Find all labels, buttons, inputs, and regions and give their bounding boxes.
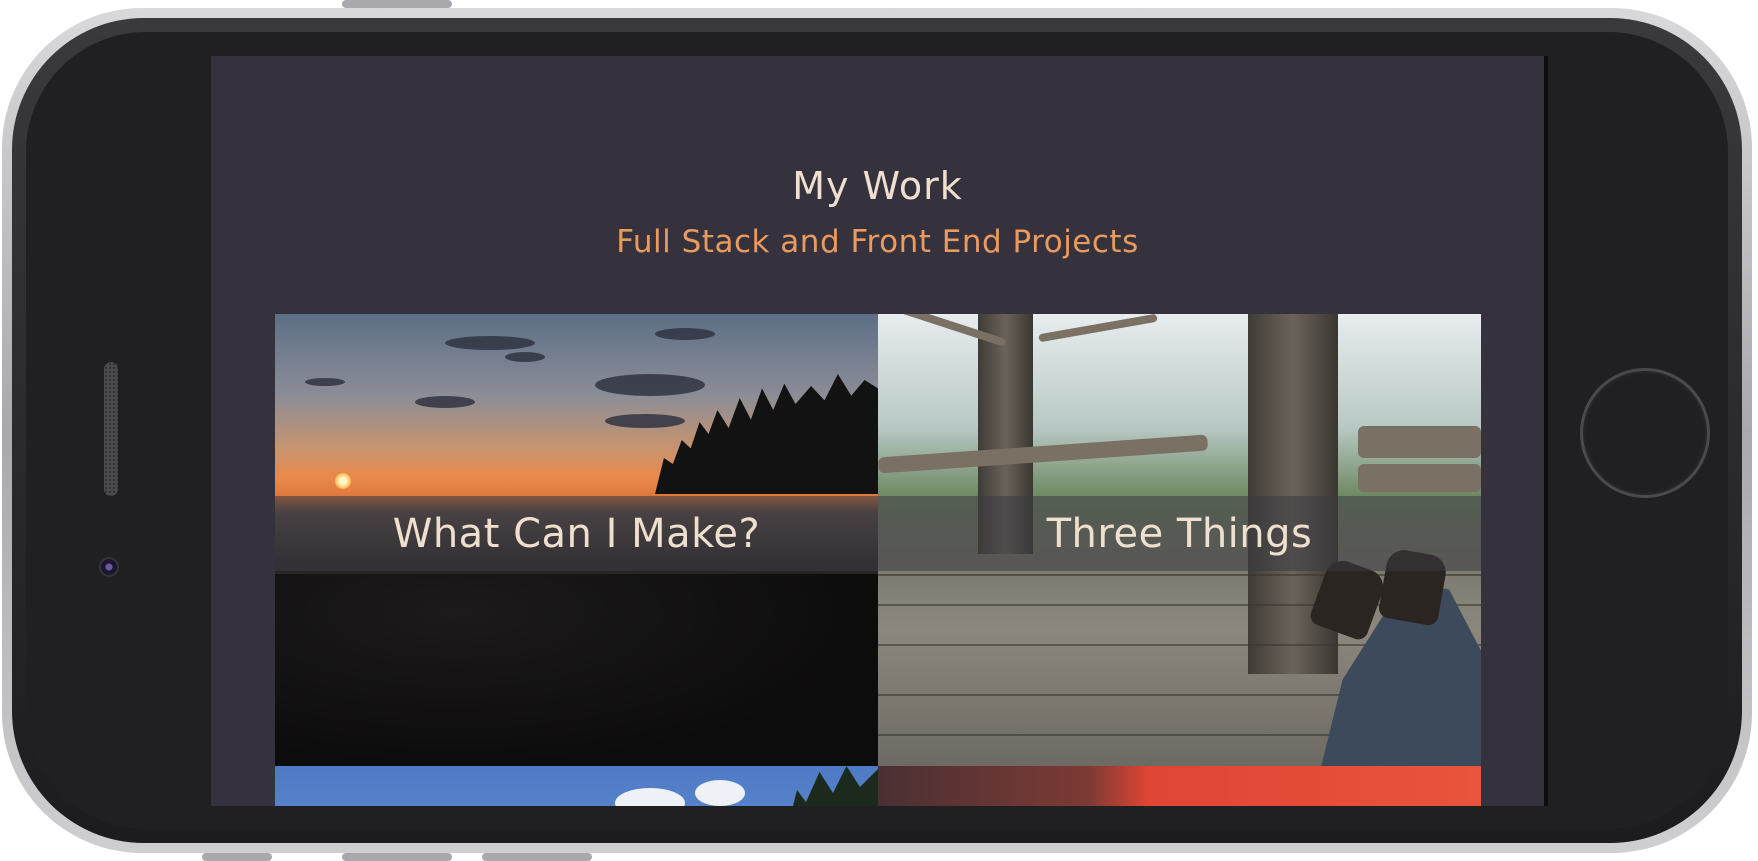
project-card-three-things[interactable]: Three Things	[878, 314, 1481, 766]
project-card-4[interactable]	[878, 766, 1481, 806]
cloud	[605, 414, 685, 428]
sky-image	[275, 766, 878, 806]
page-subtitle: Full Stack and Front End Projects	[616, 224, 1139, 260]
home-button-icon[interactable]	[1580, 368, 1710, 498]
project-card-3[interactable]	[275, 766, 878, 806]
rocky-shore	[275, 574, 878, 766]
project-title: Three Things	[1046, 511, 1313, 557]
cloud	[415, 396, 475, 408]
device-screen: My Work Full Stack and Front End Project…	[211, 56, 1548, 806]
cloud	[655, 328, 715, 340]
volume-button	[342, 0, 452, 8]
branch	[1358, 464, 1481, 492]
page-title: My Work	[792, 164, 963, 208]
cloud	[595, 374, 705, 396]
project-title: What Can I Make?	[392, 511, 761, 557]
side-button	[482, 853, 592, 861]
power-button	[342, 853, 452, 861]
sleep-button	[202, 853, 272, 861]
branch	[1358, 426, 1481, 458]
section-header: My Work Full Stack and Front End Project…	[211, 56, 1544, 316]
project-card-what-can-i-make[interactable]: What Can I Make?	[275, 314, 878, 766]
cloud	[695, 780, 745, 806]
front-camera-icon	[99, 557, 119, 577]
sun	[335, 473, 351, 489]
cloud	[505, 352, 545, 362]
red-interior-image	[878, 766, 1481, 806]
cloud	[445, 336, 535, 350]
earpiece-speaker-icon	[104, 362, 118, 496]
cloud	[305, 378, 345, 386]
